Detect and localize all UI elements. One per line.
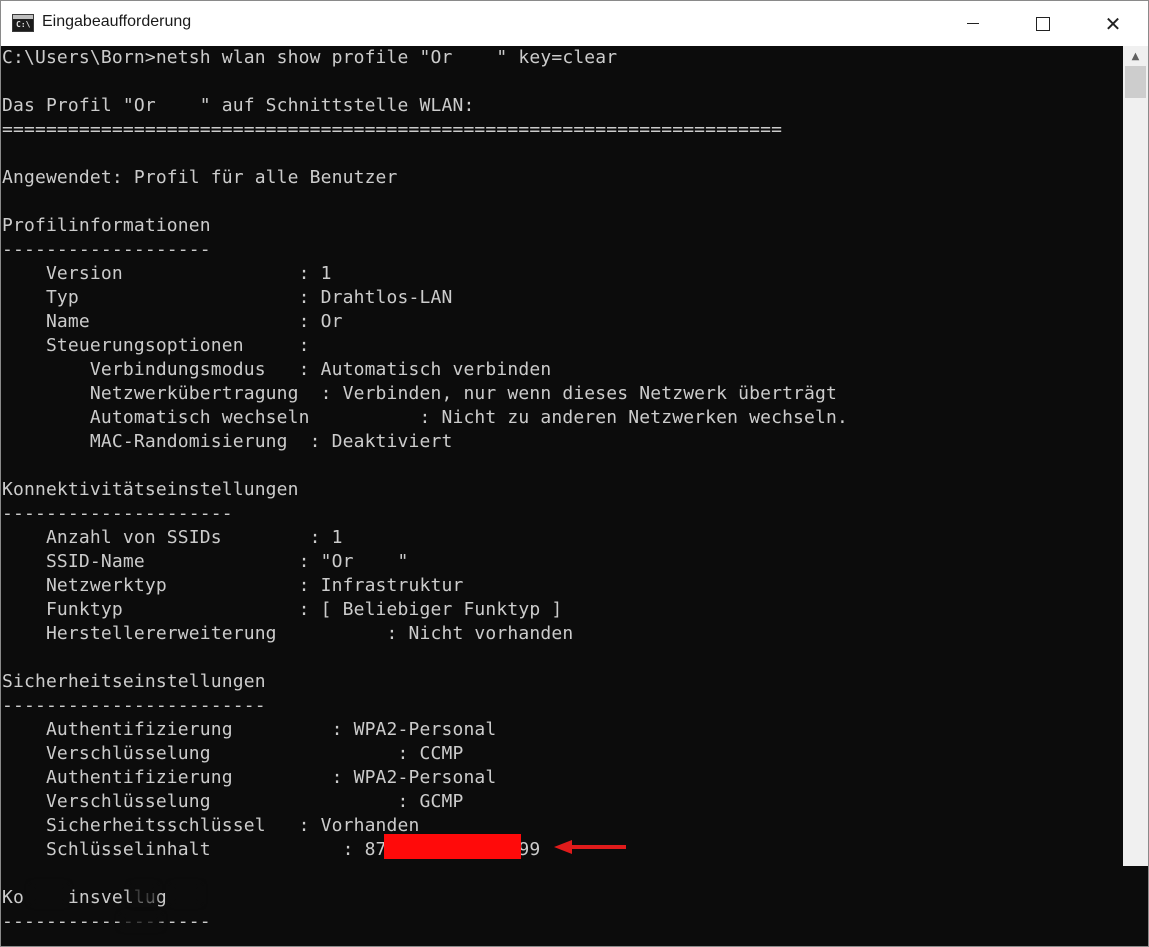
- console-line: Verbindungsmodus : Automatisch verbinden: [2, 359, 552, 380]
- console-line: -------------------: [2, 239, 211, 260]
- vertical-scrollbar[interactable]: ▲: [1123, 46, 1148, 866]
- console-line: Profilinformationen: [2, 215, 211, 236]
- scroll-thumb[interactable]: [1125, 66, 1146, 98]
- title-bar[interactable]: C:\ Eingabeaufforderung ✕: [1, 1, 1148, 46]
- console-line: Herstellererweiterung : Nicht vorhanden: [2, 623, 574, 644]
- cmd-icon-text: C:\: [16, 20, 31, 29]
- console-line: ========================================…: [2, 119, 783, 140]
- console-line: Authentifizierung : WPA2-Personal: [2, 719, 497, 740]
- console-line: Das Profil "Or " auf Schnittstelle WLAN:: [2, 95, 475, 116]
- maximize-button[interactable]: [1008, 1, 1078, 46]
- console-line: Funktyp : [ Beliebiger Funktyp ]: [2, 599, 563, 620]
- console-line: Name : Or: [2, 311, 343, 332]
- console-line: SSID-Name : "Or ": [2, 551, 409, 572]
- cmd-icon: C:\: [12, 14, 34, 32]
- blur-overlay: [131, 884, 157, 904]
- close-button[interactable]: ✕: [1078, 1, 1148, 46]
- command-prompt-window: C:\ Eingabeaufforderung ✕ C:\Users\Born>…: [0, 0, 1149, 947]
- console-line: Verschlüsselung : GCMP: [2, 791, 464, 812]
- console-line: Anzahl von SSIDs : 1: [2, 527, 343, 548]
- console-line: Netzwerkübertragung : Verbinden, nur wen…: [2, 383, 838, 404]
- minimize-icon: [967, 23, 979, 24]
- redaction-overlay: [384, 834, 521, 859]
- minimize-button[interactable]: [938, 1, 1008, 46]
- console-line: Netzwerktyp : Infrastruktur: [2, 575, 464, 596]
- console-line: Authentifizierung : WPA2-Personal: [2, 767, 497, 788]
- console-output[interactable]: C:\Users\Born>netsh wlan show profile "O…: [1, 46, 1123, 946]
- console-line: C:\Users\Born>netsh wlan show profile "O…: [2, 47, 618, 68]
- console-line: Verschlüsselung : CCMP: [2, 743, 464, 764]
- console-line: Automatisch wechseln : Nicht zu anderen …: [2, 407, 848, 428]
- blur-overlay: [31, 884, 67, 904]
- scroll-up-button[interactable]: ▲: [1123, 46, 1148, 66]
- console-line: Angewendet: Profil für alle Benutzer: [2, 167, 398, 188]
- console-line: Version : 1: [2, 263, 332, 284]
- console-line: Steuerungsoptionen :: [2, 335, 310, 356]
- blur-overlay: [121, 914, 161, 928]
- chevron-up-icon: ▲: [1131, 50, 1140, 62]
- maximize-icon: [1036, 16, 1050, 31]
- blur-overlay: [171, 884, 201, 904]
- console-line: Typ : Drahtlos-LAN: [2, 287, 453, 308]
- console-line: ------------------------: [2, 695, 266, 716]
- console-line: -------------------: [2, 911, 211, 932]
- console-line: ---------------------: [2, 503, 233, 524]
- close-icon: ✕: [1104, 11, 1122, 36]
- window-title: Eingabeaufforderung: [42, 13, 192, 30]
- console-line: Konnektivitätseinstellungen: [2, 479, 299, 500]
- console-line: Sicherheitsschlüssel : Vorhanden: [2, 815, 420, 836]
- left-arrow-icon: [554, 840, 626, 854]
- console-line: MAC-Randomisierung : Deaktiviert: [2, 431, 453, 452]
- console-line: Sicherheitseinstellungen: [2, 671, 266, 692]
